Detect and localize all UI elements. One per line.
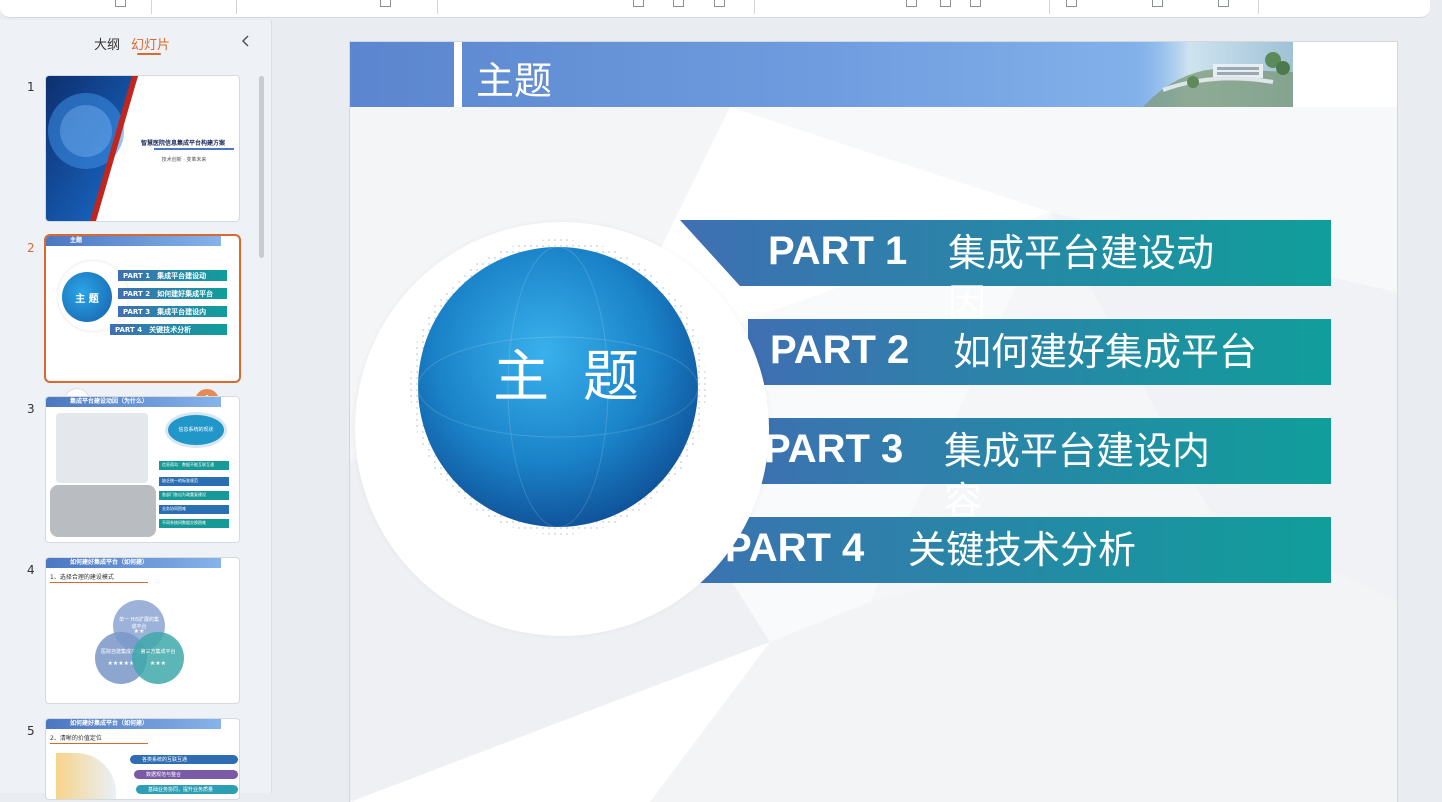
- thumb-subtitle: 技术创新 · 变革未来: [161, 157, 207, 163]
- ribbon-icon[interactable]: [940, 0, 951, 7]
- ribbon-icon[interactable]: [1152, 0, 1163, 7]
- thumbnail-scrollbar[interactable]: [259, 76, 264, 258]
- thumb-row: 各类系统的互联互通: [130, 755, 238, 764]
- part-number: PART 3: [764, 427, 904, 471]
- slide-panel: 大纲 幻灯片 1 智慧医院信息集成平台构建方案 技术创新 · 变革未来 2 主题…: [0, 20, 272, 799]
- part-title: 集成平台建设动因: [948, 231, 1215, 325]
- thumb-row: 信息孤岛：数据不能互联互通: [159, 461, 229, 470]
- part-bar-3[interactable]: PART 3 集成平台建设内容: [724, 418, 1331, 523]
- slide-number: 4: [27, 563, 35, 577]
- slide-thumbnail-5[interactable]: 如何建好集成平台（如何建） 2、清晰的价值定位 各类系统的互联互通 数据规范与整…: [46, 719, 239, 799]
- slide-title[interactable]: 主题: [476, 50, 552, 105]
- active-tab-indicator: [137, 53, 161, 55]
- slide-number: 3: [27, 402, 35, 416]
- thumb-part-bar: PART 4 关键技术分析: [110, 324, 227, 335]
- ribbon-icon[interactable]: [1218, 0, 1229, 7]
- current-slide[interactable]: 主题 PART 1 集成平台建设动因 PART 2 如何建好集成平台 PART …: [350, 42, 1397, 802]
- part-number: PART 2: [770, 328, 910, 372]
- ribbon-icon[interactable]: [633, 0, 644, 7]
- thumb-row: 业务协同困难: [159, 505, 229, 514]
- ribbon-separator: [754, 0, 755, 14]
- part-title: 关键技术分析: [908, 528, 1137, 572]
- ribbon-separator: [437, 0, 438, 14]
- thumb-venn-circle: 第三方集成平台 ★★★: [132, 632, 184, 684]
- thumb-bubble: 信息系统的现状: [168, 415, 224, 445]
- ribbon-toolbar: [0, 0, 1442, 20]
- tab-outline[interactable]: 大纲: [94, 34, 120, 53]
- slide-number: 1: [27, 80, 35, 94]
- thumb-divider: [50, 743, 148, 744]
- thumb-subtitle: 2、清晰的价值定位: [50, 735, 102, 742]
- tab-slides[interactable]: 幻灯片: [131, 34, 170, 53]
- center-topic-label[interactable]: 主 题: [490, 332, 650, 413]
- thumb-part-bar: PART 1 集成平台建设动: [118, 270, 227, 281]
- thumb-title-bar: 如何建好集成平台（如何建）: [46, 558, 221, 568]
- title-divider: [454, 42, 462, 107]
- thumb-row: 数据规范与整合: [134, 770, 238, 779]
- ribbon-icon[interactable]: [115, 0, 126, 7]
- ribbon-icon[interactable]: [970, 0, 981, 7]
- thumb-text-box: [50, 485, 156, 537]
- slide-number: 5: [27, 724, 35, 738]
- slide-title-bar: 主题: [350, 42, 1293, 107]
- slide-thumbnail-1[interactable]: 智慧医院信息集成平台构建方案 技术创新 · 变革未来: [46, 76, 239, 221]
- part-number: PART 4: [725, 526, 865, 570]
- ribbon-strip: [0, 0, 1430, 18]
- building-photo: [1133, 42, 1293, 107]
- thumb-title-bar: 集成平台建设动因（为什么）: [46, 397, 221, 407]
- ribbon-separator: [1049, 0, 1050, 14]
- slide-thumbnail-4[interactable]: 如何建好集成平台（如何建） 1、选择合理的建设模式 单一 HIS扩展的集成平台 ★…: [46, 558, 239, 703]
- chevron-left-icon[interactable]: [238, 32, 254, 50]
- part-title: 集成平台建设内容: [944, 429, 1211, 523]
- thumb-subtitle: 1、选择合理的建设模式: [50, 574, 114, 581]
- thumb-divider: [50, 582, 148, 583]
- part-bar-2[interactable]: PART 2 如何建好集成平台: [748, 319, 1331, 385]
- thumb-title: 智慧医院信息集成平台构建方案: [140, 140, 225, 147]
- thumb-diagram: [56, 413, 148, 483]
- slide-thumbnail-3[interactable]: 集成平台建设动因（为什么） 信息系统的现状 信息孤岛：数据不能互联互通 缺乏统一…: [46, 397, 239, 542]
- thumb-part-bar: PART 2 如何建好集成平台: [118, 288, 227, 299]
- ribbon-icon[interactable]: [1066, 0, 1077, 7]
- part-title: 如何建好集成平台: [953, 330, 1258, 374]
- slide-number: 2: [27, 241, 35, 255]
- thumb-arc: [56, 753, 116, 799]
- thumb-center-label: 主 题: [75, 294, 99, 305]
- ribbon-icon[interactable]: [714, 0, 725, 7]
- ribbon-separator: [151, 0, 152, 14]
- part-bar-1[interactable]: PART 1 集成平台建设动因: [680, 220, 1331, 325]
- ribbon-separator: [236, 0, 237, 14]
- thumb-row: 不同系统间数据交换困难: [159, 519, 229, 528]
- ribbon-icon[interactable]: [906, 0, 917, 7]
- thumb-row: 各部门各自为政重复建设: [159, 491, 229, 500]
- thumb-title-bar: 如何建好集成平台（如何建）: [46, 719, 221, 729]
- thumb-part-bar: PART 3 集成平台建设内: [118, 306, 227, 317]
- thumb-row: 缺乏统一的标准规范: [159, 477, 229, 486]
- thumb-title-bar: 主题: [46, 236, 221, 246]
- ribbon-icon[interactable]: [380, 0, 391, 7]
- globe-image: [46, 76, 234, 221]
- ribbon-icon[interactable]: [673, 0, 684, 7]
- slide-thumbnail-2[interactable]: 主题 主 题 PART 1 集成平台建设动 PART 2 如何建好集成平台 PA…: [46, 236, 239, 381]
- ribbon-separator: [1258, 0, 1259, 14]
- part-number: PART 1: [768, 229, 908, 273]
